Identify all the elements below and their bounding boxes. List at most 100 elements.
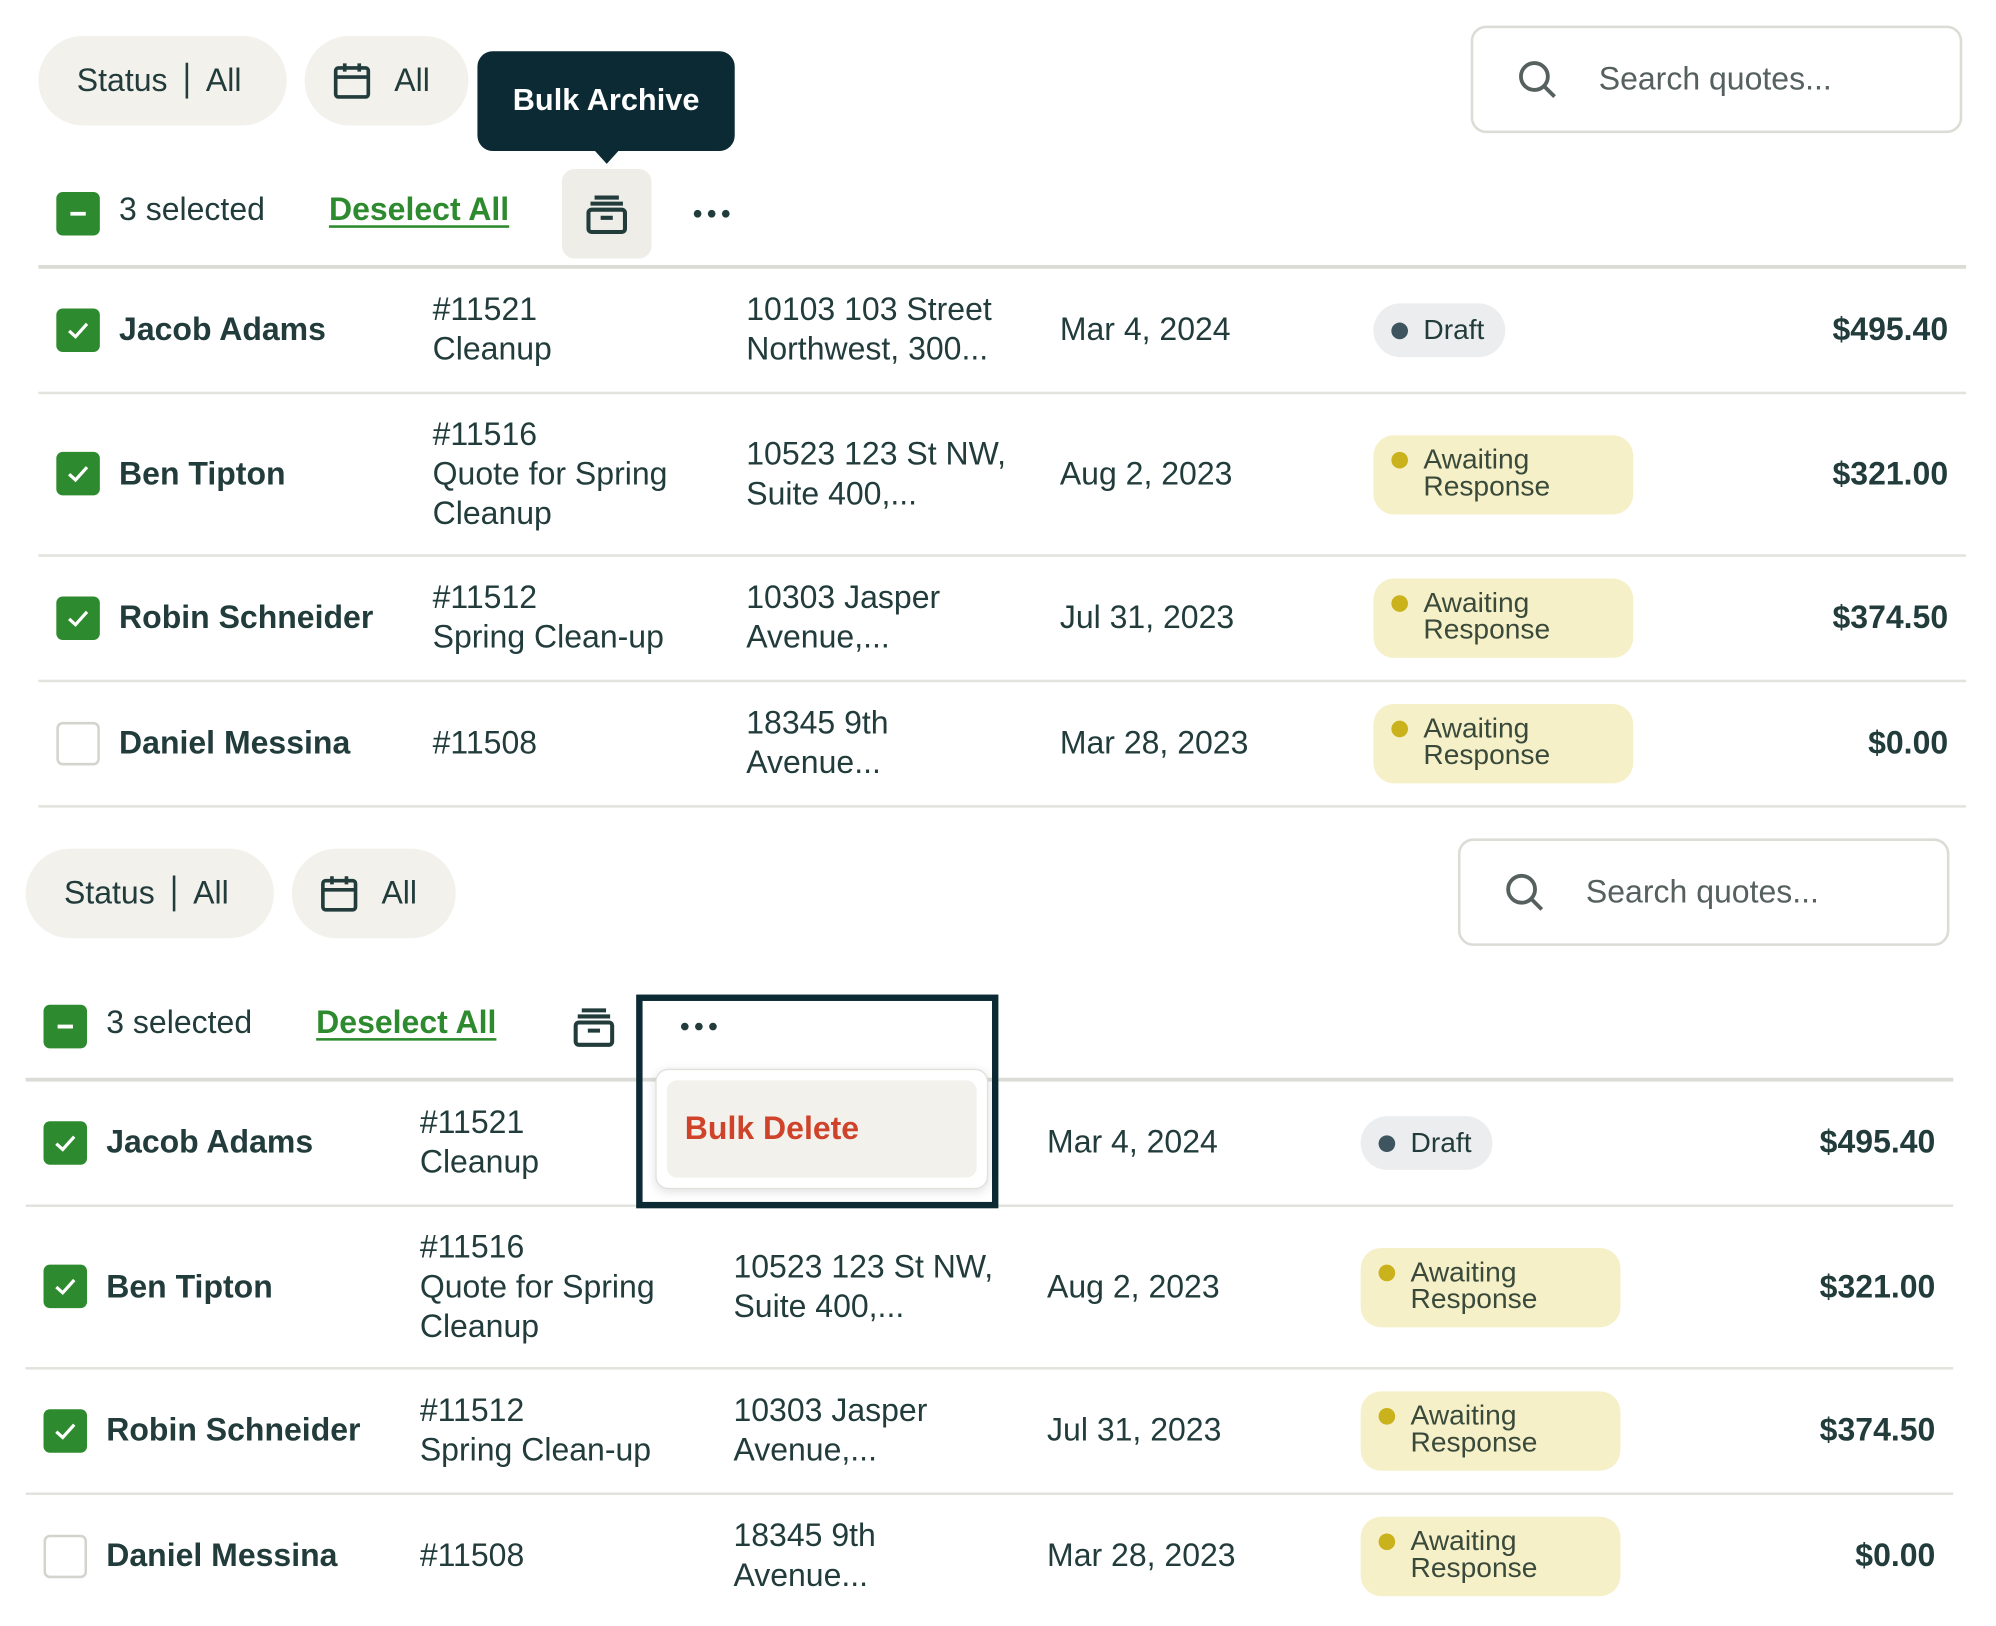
date-filter[interactable]: All xyxy=(291,848,456,939)
row-checkbox[interactable] xyxy=(56,721,100,766)
address-line2: Avenue,... xyxy=(733,1432,877,1469)
bulk-archive-button[interactable] xyxy=(549,982,639,1072)
table-row[interactable]: Robin Schneider #11512 Spring Clean-up 10… xyxy=(0,557,1996,680)
quote-total: $321.00 xyxy=(1832,455,1949,492)
row-checkbox[interactable] xyxy=(43,1409,88,1453)
table-row[interactable]: Robin Schneider #11512 Spring Clean-up 10… xyxy=(0,1370,1984,1493)
quote-title: Spring Clean-up xyxy=(432,619,664,656)
status-badge: Awaiting Response xyxy=(1373,704,1634,784)
status-badge: Draft xyxy=(1360,1116,1493,1170)
archive-box-icon xyxy=(573,1008,615,1047)
address-line1: 10303 Jasper xyxy=(746,579,941,616)
status-text: Awaiting Response xyxy=(1411,1401,1538,1456)
row-checkbox[interactable] xyxy=(56,308,100,352)
row-checkbox[interactable] xyxy=(56,451,100,496)
panel-more-menu-open: Status All All Search quotes... 3 select… xyxy=(0,813,1984,1626)
deselect-all-link[interactable]: Deselect All xyxy=(329,192,509,229)
minus-icon xyxy=(70,211,86,216)
status-dot xyxy=(1391,321,1408,339)
address-line1: 18345 9th xyxy=(746,705,889,742)
quote-number: #11521 xyxy=(432,291,538,328)
quote-title: Spring Clean-up xyxy=(419,1432,652,1469)
table-row[interactable]: Ben Tipton #11516 Quote for Spring Cleanup… xyxy=(0,394,1996,554)
property-address: 10303 Jasper Avenue,... xyxy=(733,1391,927,1470)
quote-number: #11521 xyxy=(419,1104,525,1141)
status-text: Awaiting Response xyxy=(1423,714,1551,771)
property-address: 18345 9th Avenue... xyxy=(733,1517,875,1596)
bulk-archive-button[interactable] xyxy=(561,168,652,259)
date-filter-value: All xyxy=(394,62,430,98)
status-line2: Response xyxy=(1423,613,1551,646)
status-dot xyxy=(1391,720,1408,738)
quote-info: #11521 Cleanup xyxy=(433,291,552,370)
more-actions-menu: Bulk Delete xyxy=(655,1068,989,1190)
more-horizontal-icon xyxy=(693,209,730,218)
bulk-action-bar: 3 selected Deselect All xyxy=(0,168,1996,259)
search-box[interactable]: Search quotes... xyxy=(1457,838,1950,946)
status-line2: Response xyxy=(1410,1551,1538,1584)
quote-number: #11508 xyxy=(419,1537,525,1574)
status-text: Awaiting Response xyxy=(1410,1526,1538,1584)
row-checkbox[interactable] xyxy=(43,1534,88,1579)
status-dot xyxy=(1378,1408,1396,1425)
status-text: Awaiting Response xyxy=(1410,1257,1538,1314)
search-input[interactable]: Search quotes... xyxy=(1599,61,1832,98)
quote-info: #11516 Quote for Spring Cleanup xyxy=(420,1228,655,1347)
status-filter-label: Status xyxy=(64,874,155,911)
status-text: Awaiting Response xyxy=(1423,588,1551,646)
table-row[interactable]: Daniel Messina #11508 18345 9th Avenue...… xyxy=(0,682,1996,805)
address-line2: Suite 400,... xyxy=(746,475,918,512)
client-name: Daniel Messina xyxy=(119,725,351,761)
search-input[interactable]: Search quotes... xyxy=(1586,874,1819,911)
more-actions-button[interactable] xyxy=(686,188,737,239)
status-badge: Awaiting Response xyxy=(1373,578,1634,658)
status-filter[interactable]: Status All xyxy=(38,35,287,126)
status-line2: Response xyxy=(1423,738,1551,771)
status-dot xyxy=(1391,451,1408,468)
bulk-delete-menu-item[interactable]: Bulk Delete xyxy=(666,1080,977,1178)
quote-title: Quote for Spring xyxy=(419,1268,655,1305)
date-filter[interactable]: All xyxy=(304,35,469,126)
quote-title: Cleanup xyxy=(432,331,552,368)
quote-date: Mar 4, 2024 xyxy=(1059,311,1231,348)
tooltip-text: Bulk Archive xyxy=(512,83,700,118)
row-checkbox[interactable] xyxy=(43,1264,88,1309)
client-name: Robin Schneider xyxy=(106,1412,361,1449)
row-checkbox[interactable] xyxy=(56,596,100,640)
quote-number: #11516 xyxy=(432,416,538,452)
address-line2: Avenue,... xyxy=(746,619,890,656)
date-filter-value: All xyxy=(381,874,418,911)
quote-title: Cleanup xyxy=(419,1144,540,1181)
quote-date: Jul 31, 2023 xyxy=(1059,599,1235,636)
search-icon xyxy=(1506,873,1544,911)
address-line2: Avenue... xyxy=(733,1557,869,1594)
select-all-checkbox[interactable] xyxy=(56,192,100,236)
status-filter-value: All xyxy=(193,874,229,911)
table-row[interactable]: Jacob Adams #11521 Cleanup 10103 103 Stre… xyxy=(0,268,1996,393)
status-filter[interactable]: Status All xyxy=(25,848,274,939)
bulk-delete-label: Bulk Delete xyxy=(684,1110,860,1147)
status-dot xyxy=(1378,1134,1396,1152)
table-row[interactable]: Daniel Messina #11508 18345 9th Avenue...… xyxy=(0,1495,1984,1618)
deselect-all-link[interactable]: Deselect All xyxy=(316,1005,496,1042)
quote-number: #11512 xyxy=(419,1392,525,1429)
status-text: Draft xyxy=(1410,1126,1472,1159)
quote-total: $495.40 xyxy=(1832,311,1949,348)
address-line2: Suite 400,... xyxy=(733,1288,905,1325)
archive-box-icon xyxy=(586,195,627,235)
search-box[interactable]: Search quotes... xyxy=(1470,25,1963,134)
panel-archive-hover: Status All All Search quotes... Bulk Arc… xyxy=(0,0,1996,813)
quote-total: $0.00 xyxy=(1855,1537,1936,1574)
status-badge: Awaiting Response xyxy=(1373,434,1634,514)
address-line1: 18345 9th xyxy=(733,1518,876,1554)
row-checkbox[interactable] xyxy=(43,1121,88,1165)
table-row[interactable]: Ben Tipton #11516 Quote for Spring Cleanup… xyxy=(0,1207,1984,1367)
address-line2: Avenue... xyxy=(746,744,881,781)
select-all-checkbox[interactable] xyxy=(43,1004,88,1049)
status-line2: Response xyxy=(1410,1281,1538,1314)
address-line1: 10303 Jasper xyxy=(733,1392,928,1429)
calendar-icon xyxy=(333,63,371,99)
quote-date: Jul 31, 2023 xyxy=(1047,1412,1222,1449)
property-address: 10103 103 Street Northwest, 300... xyxy=(746,291,992,370)
quote-number: #11512 xyxy=(432,579,538,616)
